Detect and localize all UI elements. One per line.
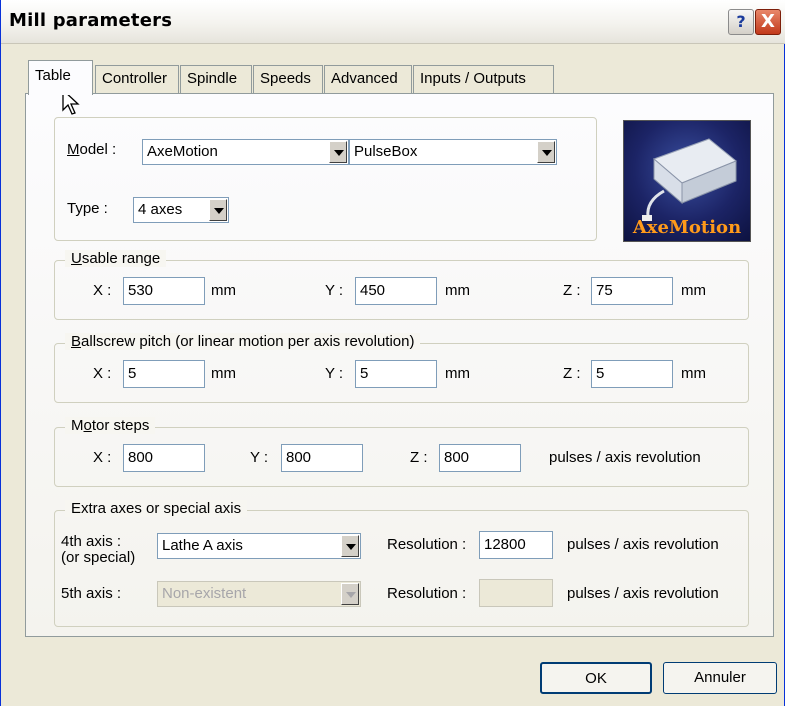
pitch-z-label: Z :	[563, 365, 581, 382]
logo-text: AxeMotion	[632, 217, 742, 238]
steps-x-label: X :	[93, 449, 112, 466]
pitch-z-unit: mm	[681, 365, 706, 382]
type-label: Type :	[67, 200, 108, 217]
ballscrew-legend: Ballscrew pitch (or linear motion per ax…	[65, 333, 421, 350]
device-model-value: PulseBox	[354, 143, 418, 160]
motor-steps-group: Motor steps X : 800 Y : 800 Z : 800 puls…	[54, 417, 749, 487]
pitch-y-input[interactable]: 5	[355, 360, 437, 388]
tab-controller[interactable]: Controller	[95, 65, 179, 93]
axis5-resolution-unit: pulses / axis revolution	[567, 585, 719, 602]
pitch-x-unit: mm	[211, 365, 236, 382]
table-tab-panel: Model : AxeMotion PulseBox Type : 4 axes	[25, 93, 774, 637]
chevron-down-icon[interactable]	[537, 141, 555, 163]
tab-table[interactable]: Table	[28, 60, 93, 95]
device-model-select[interactable]: PulseBox	[349, 139, 557, 165]
axis4-resolution-unit: pulses / axis revolution	[567, 536, 719, 553]
pitch-z-input[interactable]: 5	[591, 360, 673, 388]
axis4-resolution-input[interactable]: 12800	[479, 531, 553, 559]
controller-model-select[interactable]: AxeMotion	[142, 139, 349, 165]
chevron-down-icon[interactable]	[329, 141, 347, 163]
steps-x-input[interactable]: 800	[123, 444, 205, 472]
extra-axes-group: Extra axes or special axis 4th axis : (o…	[54, 500, 749, 627]
axis4-value: Lathe A axis	[162, 537, 243, 554]
range-z-input[interactable]: 75	[591, 277, 673, 305]
cancel-button[interactable]: Annuler	[663, 662, 777, 694]
tab-speeds[interactable]: Speeds	[253, 65, 323, 93]
help-button[interactable]: ?	[728, 9, 754, 35]
axis4-resolution-label: Resolution :	[387, 536, 467, 553]
usable-range-legend: Usable range	[65, 250, 167, 267]
range-z-unit: mm	[681, 282, 706, 299]
mill-parameters-dialog: Mill parameters ? X Table Controller Spi…	[0, 0, 785, 706]
motor-steps-legend: Motor steps	[65, 417, 156, 434]
chevron-down-icon[interactable]	[209, 199, 227, 221]
ballscrew-group: Ballscrew pitch (or linear motion per ax…	[54, 333, 749, 403]
range-y-label: Y :	[325, 282, 344, 299]
steps-unit: pulses / axis revolution	[549, 449, 701, 466]
chevron-down-icon[interactable]	[341, 583, 359, 605]
tab-inputs-outputs[interactable]: Inputs / Outputs	[413, 65, 554, 93]
pitch-x-label: X :	[93, 365, 112, 382]
steps-y-input[interactable]: 800	[281, 444, 363, 472]
pitch-x-input[interactable]: 5	[123, 360, 205, 388]
steps-z-input[interactable]: 800	[439, 444, 521, 472]
chevron-down-icon[interactable]	[341, 535, 359, 557]
type-value: 4 axes	[138, 201, 183, 218]
model-group: Model : AxeMotion PulseBox Type : 4 axes	[54, 117, 597, 241]
pitch-y-unit: mm	[445, 365, 470, 382]
controller-model-value: AxeMotion	[147, 143, 218, 160]
axis5-select[interactable]: Non-existent	[157, 581, 361, 607]
tab-advanced[interactable]: Advanced	[324, 65, 412, 93]
range-x-input[interactable]: 530	[123, 277, 205, 305]
range-y-input[interactable]: 450	[355, 277, 437, 305]
axis4-label: 4th axis :	[61, 533, 122, 550]
axis4-sublabel: (or special)	[61, 549, 136, 566]
steps-y-label: Y :	[250, 449, 269, 466]
axis5-label: 5th axis :	[61, 585, 122, 602]
steps-z-label: Z :	[410, 449, 428, 466]
close-button[interactable]: X	[755, 9, 781, 35]
type-select[interactable]: 4 axes	[133, 197, 229, 223]
range-x-label: X :	[93, 282, 112, 299]
window-title: Mill parameters	[9, 10, 173, 31]
ok-button[interactable]: OK	[540, 662, 652, 694]
axis5-resolution-label: Resolution :	[387, 585, 467, 602]
tab-spindle[interactable]: Spindle	[180, 65, 252, 93]
pitch-y-label: Y :	[325, 365, 344, 382]
axis5-value: Non-existent	[162, 585, 247, 602]
extra-axes-legend: Extra axes or special axis	[65, 500, 248, 517]
model-label: Model :	[67, 141, 117, 158]
range-x-unit: mm	[211, 282, 236, 299]
range-y-unit: mm	[445, 282, 470, 299]
usable-range-group: Usable range X : 530 mm Y : 450 mm Z : 7…	[54, 250, 749, 320]
title-bar[interactable]: Mill parameters ? X	[1, 0, 785, 44]
axis5-resolution-input[interactable]	[479, 579, 553, 607]
range-z-label: Z :	[563, 282, 581, 299]
axemotion-logo: AxeMotion	[623, 120, 751, 242]
axis4-select[interactable]: Lathe A axis	[157, 533, 361, 559]
